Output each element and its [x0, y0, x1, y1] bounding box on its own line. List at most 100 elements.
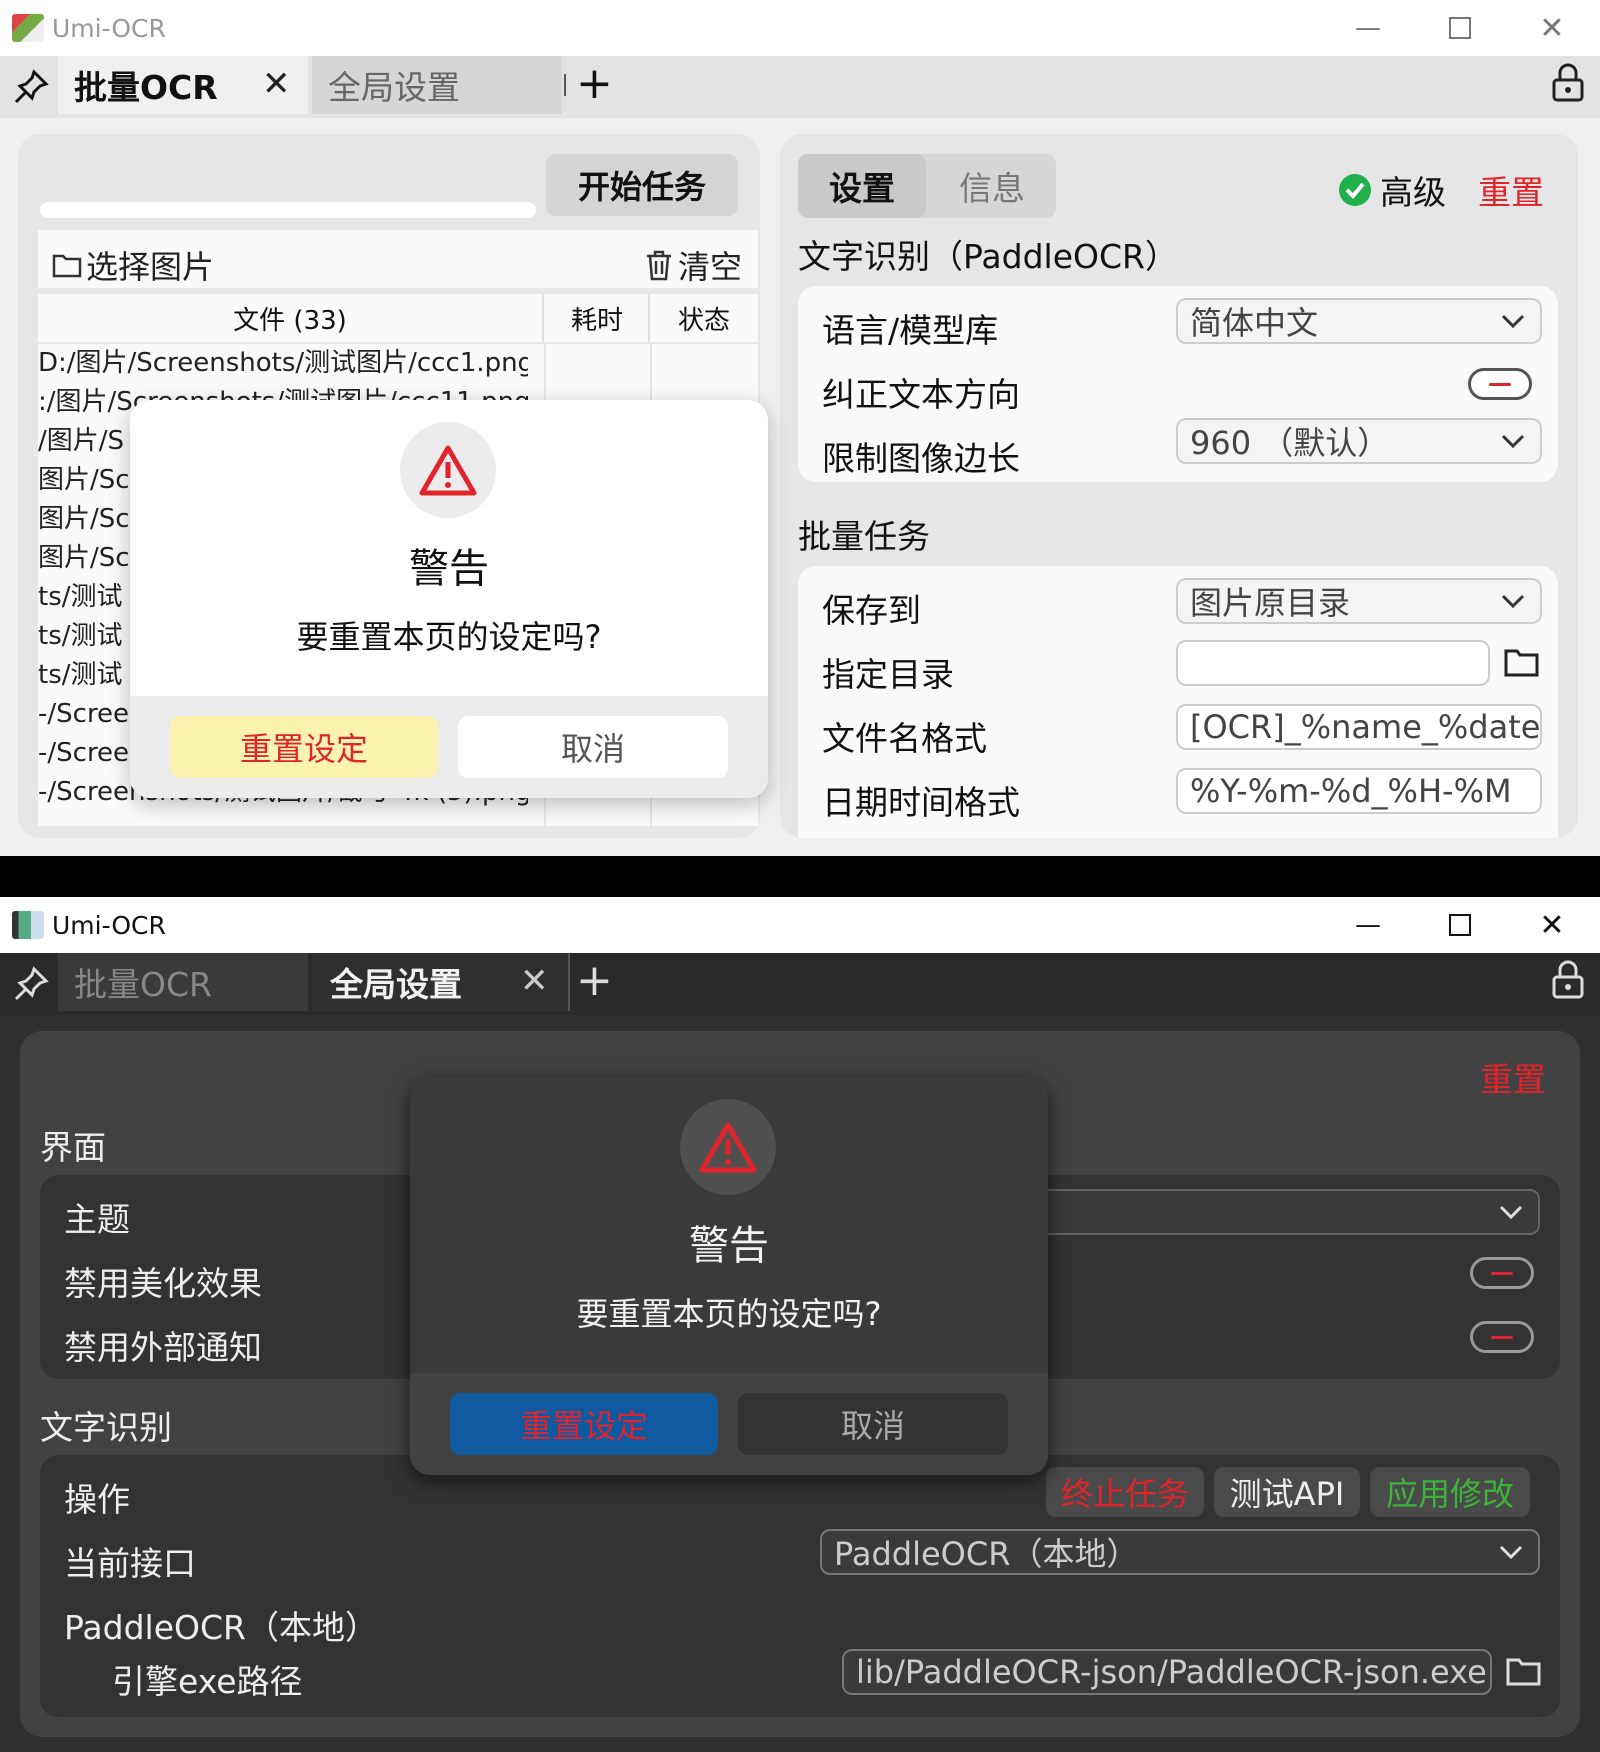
datetime-format-label: 日期时间格式	[822, 783, 1020, 822]
plus-icon[interactable]: +	[576, 58, 613, 109]
save-to-label: 保存到	[822, 591, 921, 630]
reset-button[interactable]: 重置	[1478, 166, 1544, 214]
reset-button[interactable]: 重置	[1480, 1053, 1546, 1101]
check-icon	[1339, 174, 1371, 206]
folder-icon	[52, 254, 82, 278]
pin-icon[interactable]	[10, 64, 54, 108]
start-task-button[interactable]: 开始任务	[546, 154, 738, 216]
file-table-header: 文件 (33) 耗时 状态	[38, 294, 758, 342]
tab-info[interactable]: 信息	[928, 154, 1056, 218]
lock-icon[interactable]	[1550, 62, 1586, 108]
tab-label: 全局设置	[330, 965, 462, 1004]
column-status[interactable]: 状态	[652, 294, 756, 342]
close-icon[interactable]: ✕	[520, 961, 549, 1001]
close-icon[interactable]: ✕	[262, 64, 291, 104]
minimize-button[interactable]: —	[1322, 0, 1414, 56]
close-window-button[interactable]: ✕	[1506, 897, 1598, 953]
advanced-label: 高级	[1380, 173, 1446, 212]
disable-notify-toggle[interactable]	[1470, 1321, 1534, 1353]
current-api-value: PaddleOCR（本地）	[834, 1535, 1139, 1573]
tab-bar: 批量OCR 全局设置 ✕ +	[0, 953, 1600, 1015]
filename-format-input[interactable]: [OCR]_%name_%date	[1176, 704, 1542, 750]
tab-settings[interactable]: 设置	[798, 154, 926, 218]
dialog-footer: 重置设定 取消	[410, 1373, 1048, 1475]
title-bar: Umi-OCR — ✕	[0, 897, 1600, 953]
chevron-down-icon	[1501, 314, 1525, 329]
clear-label: 清空	[678, 248, 743, 286]
window-title: Umi-OCR	[52, 910, 166, 940]
lock-icon[interactable]	[1550, 959, 1586, 1005]
section-ocr-title: 文字识别	[40, 1408, 172, 1447]
ocr-settings-card: 操作 终止任务 测试API 应用修改 当前接口 PaddleOCR（本地） Pa…	[40, 1455, 1560, 1717]
chevron-down-icon	[1499, 1205, 1523, 1220]
dialog-message: 要重置本页的设定吗?	[296, 618, 602, 656]
dialog-message: 要重置本页的设定吗?	[576, 1295, 882, 1333]
advanced-toggle[interactable]: 高级	[1338, 166, 1446, 214]
warning-icon	[680, 1099, 776, 1195]
exe-path-label: 引擎exe路径	[112, 1662, 303, 1701]
tab-global-settings[interactable]: 全局设置	[312, 56, 562, 114]
plus-icon[interactable]: +	[576, 955, 613, 1006]
apply-changes-button[interactable]: 应用修改	[1370, 1467, 1530, 1517]
tab-label: 批量OCR	[74, 965, 212, 1004]
section-ocr-title: 文字识别（PaddleOCR）	[798, 237, 1178, 276]
exe-path-input[interactable]: lib/PaddleOCR-json/PaddleOCR-json.exe	[842, 1649, 1492, 1695]
reset-dialog: 警告 要重置本页的设定吗? 重置设定 取消	[130, 400, 768, 798]
cancel-button[interactable]: 取消	[458, 716, 728, 778]
datetime-format-input[interactable]: %Y-%m-%d_%H-%M	[1176, 768, 1542, 814]
disable-effects-label: 禁用美化效果	[64, 1264, 262, 1303]
maximize-button[interactable]	[1414, 897, 1506, 953]
current-api-select[interactable]: PaddleOCR（本地）	[820, 1529, 1540, 1575]
pin-icon[interactable]	[10, 961, 54, 1005]
tab-divider	[564, 74, 566, 96]
lang-label: 语言/模型库	[822, 311, 999, 350]
tab-label: 全局设置	[328, 68, 460, 107]
window-title: Umi-OCR	[52, 13, 166, 43]
limit-side-label: 限制图像边长	[822, 439, 1020, 478]
select-images-label: 选择图片	[86, 248, 215, 286]
limit-side-select[interactable]: 960 （默认）	[1176, 418, 1542, 464]
tab-label: 批量OCR	[74, 68, 218, 107]
maximize-button[interactable]	[1414, 0, 1506, 56]
select-images-button[interactable]: 选择图片	[52, 242, 214, 288]
tab-bar: 批量OCR ✕ 全局设置 +	[0, 56, 1600, 118]
warning-icon	[400, 422, 496, 518]
disable-effects-toggle[interactable]	[1470, 1257, 1534, 1289]
folder-icon[interactable]	[1506, 1655, 1542, 1691]
minimize-button[interactable]: —	[1322, 897, 1414, 953]
light-window: Umi-OCR — ✕ 批量OCR ✕ 全局设置 + 开始任务 选择图片 清空	[0, 0, 1600, 856]
column-time[interactable]: 耗时	[546, 294, 650, 342]
clear-button[interactable]: 清空	[644, 242, 742, 288]
tab-batch-ocr[interactable]: 批量OCR	[58, 953, 308, 1011]
disable-notify-label: 禁用外部通知	[64, 1328, 262, 1367]
section-batch-title: 批量任务	[798, 517, 930, 556]
target-dir-input[interactable]	[1176, 640, 1490, 686]
operation-label: 操作	[64, 1480, 130, 1519]
limit-side-value: 960 （默认）	[1190, 424, 1390, 462]
stop-task-button[interactable]: 终止任务	[1046, 1467, 1204, 1517]
dialog-footer: 重置设定 取消	[130, 696, 768, 798]
lang-select[interactable]: 简体中文	[1176, 298, 1542, 344]
test-api-button[interactable]: 测试API	[1214, 1467, 1360, 1517]
lang-value: 简体中文	[1190, 304, 1319, 342]
dialog-title: 警告	[409, 546, 489, 592]
correct-direction-toggle[interactable]	[1468, 368, 1532, 400]
close-window-button[interactable]: ✕	[1506, 0, 1598, 56]
file-toolbar: 选择图片 清空	[38, 230, 758, 288]
table-row[interactable]: D:/图片/Screenshots/测试图片/ccc1.png	[38, 344, 528, 383]
confirm-reset-button[interactable]: 重置设定	[170, 716, 438, 778]
column-file[interactable]: 文件 (33)	[38, 294, 544, 342]
confirm-reset-button[interactable]: 重置设定	[450, 1393, 718, 1455]
folder-icon[interactable]	[1504, 646, 1540, 682]
batch-settings-card: 保存到 图片原目录 指定目录 文件名格式 [OCR]_%name_%date 日…	[798, 566, 1558, 838]
correct-direction-label: 纠正文本方向	[822, 375, 1020, 414]
chevron-down-icon	[1501, 434, 1525, 449]
section-ui-title: 界面	[40, 1128, 106, 1167]
paddle-section-label: PaddleOCR（本地）	[64, 1608, 378, 1647]
filename-format-label: 文件名格式	[822, 719, 987, 758]
cancel-button[interactable]: 取消	[738, 1393, 1008, 1455]
target-dir-label: 指定目录	[822, 655, 954, 694]
dialog-title: 警告	[689, 1223, 769, 1269]
tab-divider	[568, 953, 570, 1011]
save-to-select[interactable]: 图片原目录	[1176, 578, 1542, 624]
